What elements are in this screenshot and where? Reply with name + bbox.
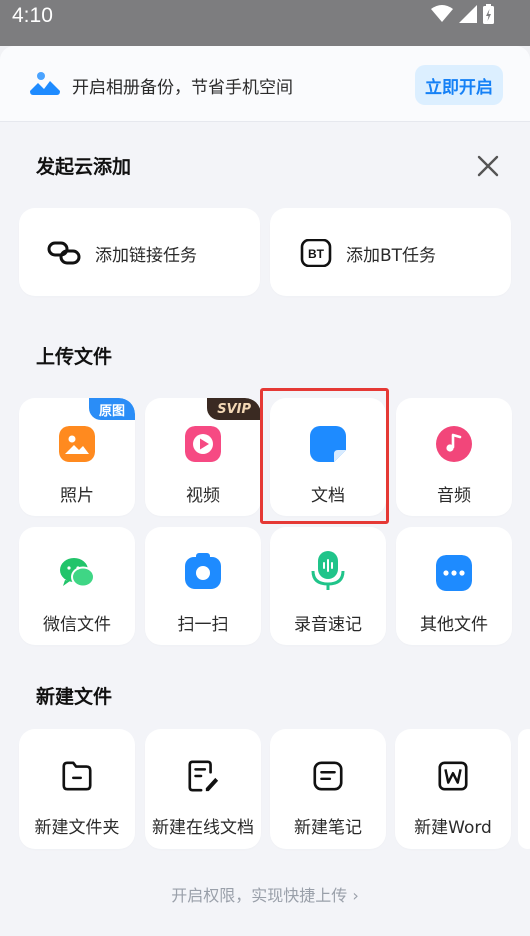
upload-video-label: 视频 bbox=[186, 486, 220, 506]
upload-wechat-button[interactable]: 微信文件 bbox=[19, 527, 135, 645]
voice-memo-button[interactable]: 录音速记 bbox=[270, 527, 386, 645]
wifi-icon bbox=[431, 5, 453, 22]
new-online-doc-label: 新建在线文档 bbox=[152, 818, 254, 838]
original-badge: 原图 bbox=[88, 398, 135, 420]
new-note-label: 新建笔记 bbox=[294, 818, 362, 838]
cloud-add-title: 发起云添加 bbox=[36, 156, 132, 178]
backup-banner: 开启相册备份，节省手机空间 立即开启 bbox=[0, 46, 530, 122]
more-icon bbox=[436, 555, 472, 591]
video-icon bbox=[185, 426, 221, 462]
upload-wechat-label: 微信文件 bbox=[43, 615, 111, 635]
microphone-icon bbox=[311, 551, 345, 590]
voice-memo-label: 录音速记 bbox=[294, 615, 362, 635]
add-bt-task-button[interactable]: BT 添加BT任务 bbox=[270, 208, 511, 296]
document-highlight bbox=[260, 388, 389, 524]
status-icons bbox=[431, 4, 494, 24]
add-link-task-label: 添加链接任务 bbox=[95, 246, 197, 266]
svg-text:BT: BT bbox=[308, 247, 325, 261]
upload-audio-button[interactable]: 音频 bbox=[396, 398, 512, 516]
upload-other-label: 其他文件 bbox=[420, 615, 488, 635]
next-card-peek bbox=[518, 729, 530, 849]
upload-audio-label: 音频 bbox=[437, 486, 471, 506]
add-sheet: 开启相册备份，节省手机空间 立即开启 发起云添加 添加链接任务 BT 添加BT任… bbox=[0, 46, 530, 936]
upload-title: 上传文件 bbox=[36, 346, 113, 368]
battery-icon bbox=[483, 4, 494, 24]
link-icon bbox=[47, 241, 81, 265]
scan-label: 扫一扫 bbox=[177, 615, 229, 635]
new-folder-button[interactable]: 新建文件夹 bbox=[19, 729, 135, 849]
upload-other-button[interactable]: 其他文件 bbox=[396, 527, 512, 645]
new-word-button[interactable]: 新建Word bbox=[395, 729, 511, 849]
new-folder-label: 新建文件夹 bbox=[34, 818, 120, 838]
upload-photo-button[interactable]: 照片 原图 bbox=[19, 398, 135, 516]
enable-permission-link[interactable]: 开启权限，实现快捷上传 › bbox=[0, 882, 530, 906]
bt-icon: BT bbox=[300, 239, 332, 267]
svip-badge: SVIP bbox=[207, 398, 261, 420]
new-note-button[interactable]: 新建笔记 bbox=[270, 729, 386, 849]
status-bar: 4:10 bbox=[0, 0, 530, 46]
status-time: 4:10 bbox=[12, 4, 53, 27]
upload-video-button[interactable]: 视频 SVIP bbox=[145, 398, 261, 516]
word-icon bbox=[438, 761, 468, 791]
scan-button[interactable]: 扫一扫 bbox=[145, 527, 261, 645]
scan-icon bbox=[185, 553, 221, 589]
backup-text: 开启相册备份，节省手机空间 bbox=[72, 78, 293, 98]
add-bt-task-label: 添加BT任务 bbox=[346, 246, 437, 266]
new-file-title: 新建文件 bbox=[36, 686, 113, 708]
photo-icon bbox=[59, 426, 95, 462]
folder-icon bbox=[62, 761, 92, 791]
online-doc-icon bbox=[188, 760, 219, 792]
new-word-label: 新建Word bbox=[414, 818, 492, 838]
cloud-icon bbox=[30, 72, 60, 95]
new-online-doc-button[interactable]: 新建在线文档 bbox=[145, 729, 261, 849]
audio-icon bbox=[436, 426, 472, 462]
signal-icon bbox=[459, 5, 477, 23]
wechat-icon bbox=[60, 558, 95, 588]
add-link-task-button[interactable]: 添加链接任务 bbox=[19, 208, 260, 296]
note-icon bbox=[313, 761, 343, 791]
close-icon[interactable] bbox=[474, 152, 502, 180]
upload-photo-label: 照片 bbox=[60, 486, 94, 506]
enable-backup-button[interactable]: 立即开启 bbox=[415, 65, 503, 105]
